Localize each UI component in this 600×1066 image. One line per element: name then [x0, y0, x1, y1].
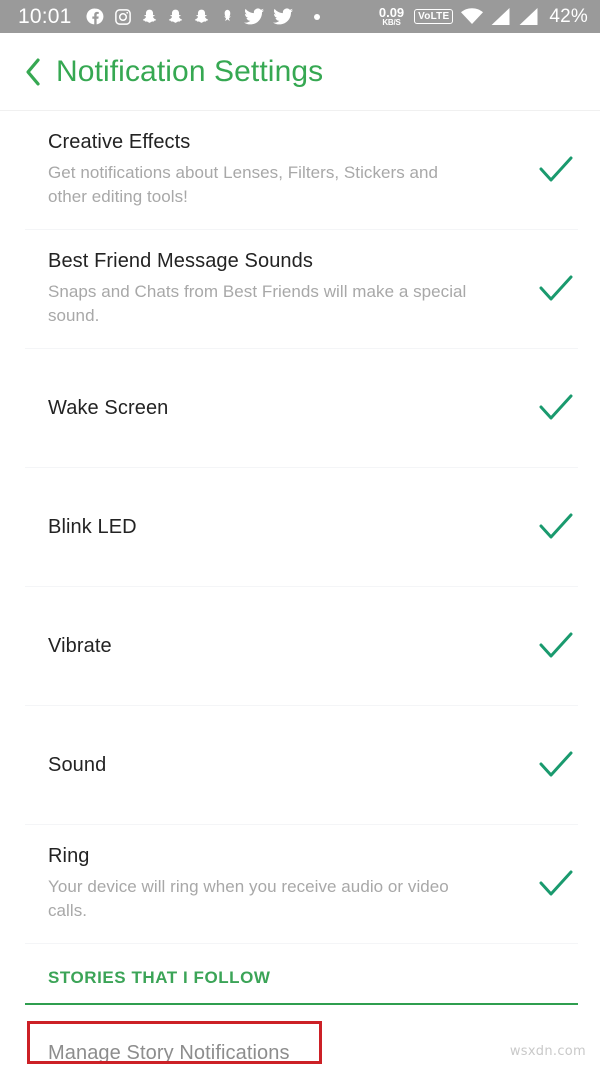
battery-percent: 42% [549, 5, 588, 27]
setting-title: Best Friend Message Sounds [48, 249, 313, 272]
checkmark-toggle[interactable] [534, 743, 578, 787]
signal-bars-icon [519, 8, 538, 25]
watermark: wsxdn.com [509, 1044, 586, 1059]
setting-row-blink-led[interactable]: Blink LED [0, 468, 600, 586]
setting-title: Vibrate [48, 634, 112, 657]
status-bar-system-icons: 0.09 KB/S VoLTE 42% [379, 6, 588, 28]
data-rate-unit: KB/S [382, 18, 401, 27]
check-icon [539, 275, 573, 301]
section-header-stories-that-i-follow: STORIES THAT I FOLLOW [48, 968, 271, 987]
setting-text-block: Best Friend Message Sounds Snaps and Cha… [48, 250, 534, 328]
back-button[interactable] [18, 55, 48, 89]
check-icon [539, 394, 573, 420]
setting-title: Blink LED [48, 515, 137, 538]
setting-title: Wake Screen [48, 396, 169, 419]
setting-row-wake-screen[interactable]: Wake Screen [0, 349, 600, 467]
data-rate-indicator: 0.09 KB/S [379, 6, 404, 27]
checkmark-toggle[interactable] [534, 862, 578, 906]
chevron-left-icon [26, 58, 40, 85]
snapchat-icon [194, 9, 208, 23]
facebook-icon [86, 8, 103, 25]
instagram-icon [114, 8, 131, 25]
setting-row-ring[interactable]: Ring Your device will ring when you rece… [0, 825, 600, 943]
twitter-icon [243, 8, 264, 25]
setting-title: Creative Effects [48, 130, 191, 153]
check-icon [539, 513, 573, 539]
signal-bars-icon [491, 8, 510, 25]
setting-text-block: Sound [48, 754, 534, 777]
check-icon [539, 751, 573, 777]
check-icon [539, 156, 573, 182]
manage-story-notifications-label[interactable]: Manage Story Notifications [0, 1019, 290, 1065]
check-icon [539, 632, 573, 658]
snapchat-icon [168, 9, 182, 23]
wifi-icon [461, 8, 484, 25]
checkmark-toggle[interactable] [534, 386, 578, 430]
volte-icon: VoLTE [414, 9, 454, 24]
setting-row-vibrate[interactable]: Vibrate [0, 587, 600, 705]
phone-screen: 10:01 0.09 KB/S VoLTE 42% Notification S… [0, 0, 600, 1066]
check-icon [539, 870, 573, 896]
setting-row-best-friend-message-sounds[interactable]: Best Friend Message Sounds Snaps and Cha… [0, 230, 600, 348]
setting-text-block: Vibrate [48, 635, 534, 658]
twitter-icon [272, 8, 293, 25]
snapchat-ghost-icon [223, 9, 231, 22]
setting-text-block: Blink LED [48, 516, 534, 539]
status-bar: 10:01 0.09 KB/S VoLTE 42% [0, 0, 600, 33]
settings-list: Creative Effects Get notifications about… [0, 111, 600, 944]
checkmark-toggle[interactable] [534, 267, 578, 311]
setting-text-block: Ring Your device will ring when you rece… [48, 845, 534, 923]
setting-subtitle: Get notifications about Lenses, Filters,… [48, 162, 439, 206]
checkmark-toggle[interactable] [534, 505, 578, 549]
snapchat-icon [142, 9, 156, 23]
app-header: Notification Settings [0, 33, 600, 110]
page-title: Notification Settings [56, 54, 324, 88]
setting-subtitle: Your device will ring when you receive a… [48, 876, 449, 920]
status-bar-notification-icons [86, 7, 379, 26]
setting-subtitle: Snaps and Chats from Best Friends will m… [48, 281, 467, 325]
more-dot-icon [313, 13, 320, 20]
status-bar-clock: 10:01 [18, 5, 72, 28]
setting-text-block: Wake Screen [48, 397, 534, 420]
setting-text-block: Creative Effects Get notifications about… [48, 131, 534, 209]
setting-row-sound[interactable]: Sound [0, 706, 600, 824]
checkmark-toggle[interactable] [534, 624, 578, 668]
setting-row-creative-effects[interactable]: Creative Effects Get notifications about… [0, 111, 600, 229]
setting-title: Sound [48, 753, 107, 776]
setting-title: Ring [48, 844, 90, 867]
checkmark-toggle[interactable] [534, 148, 578, 192]
